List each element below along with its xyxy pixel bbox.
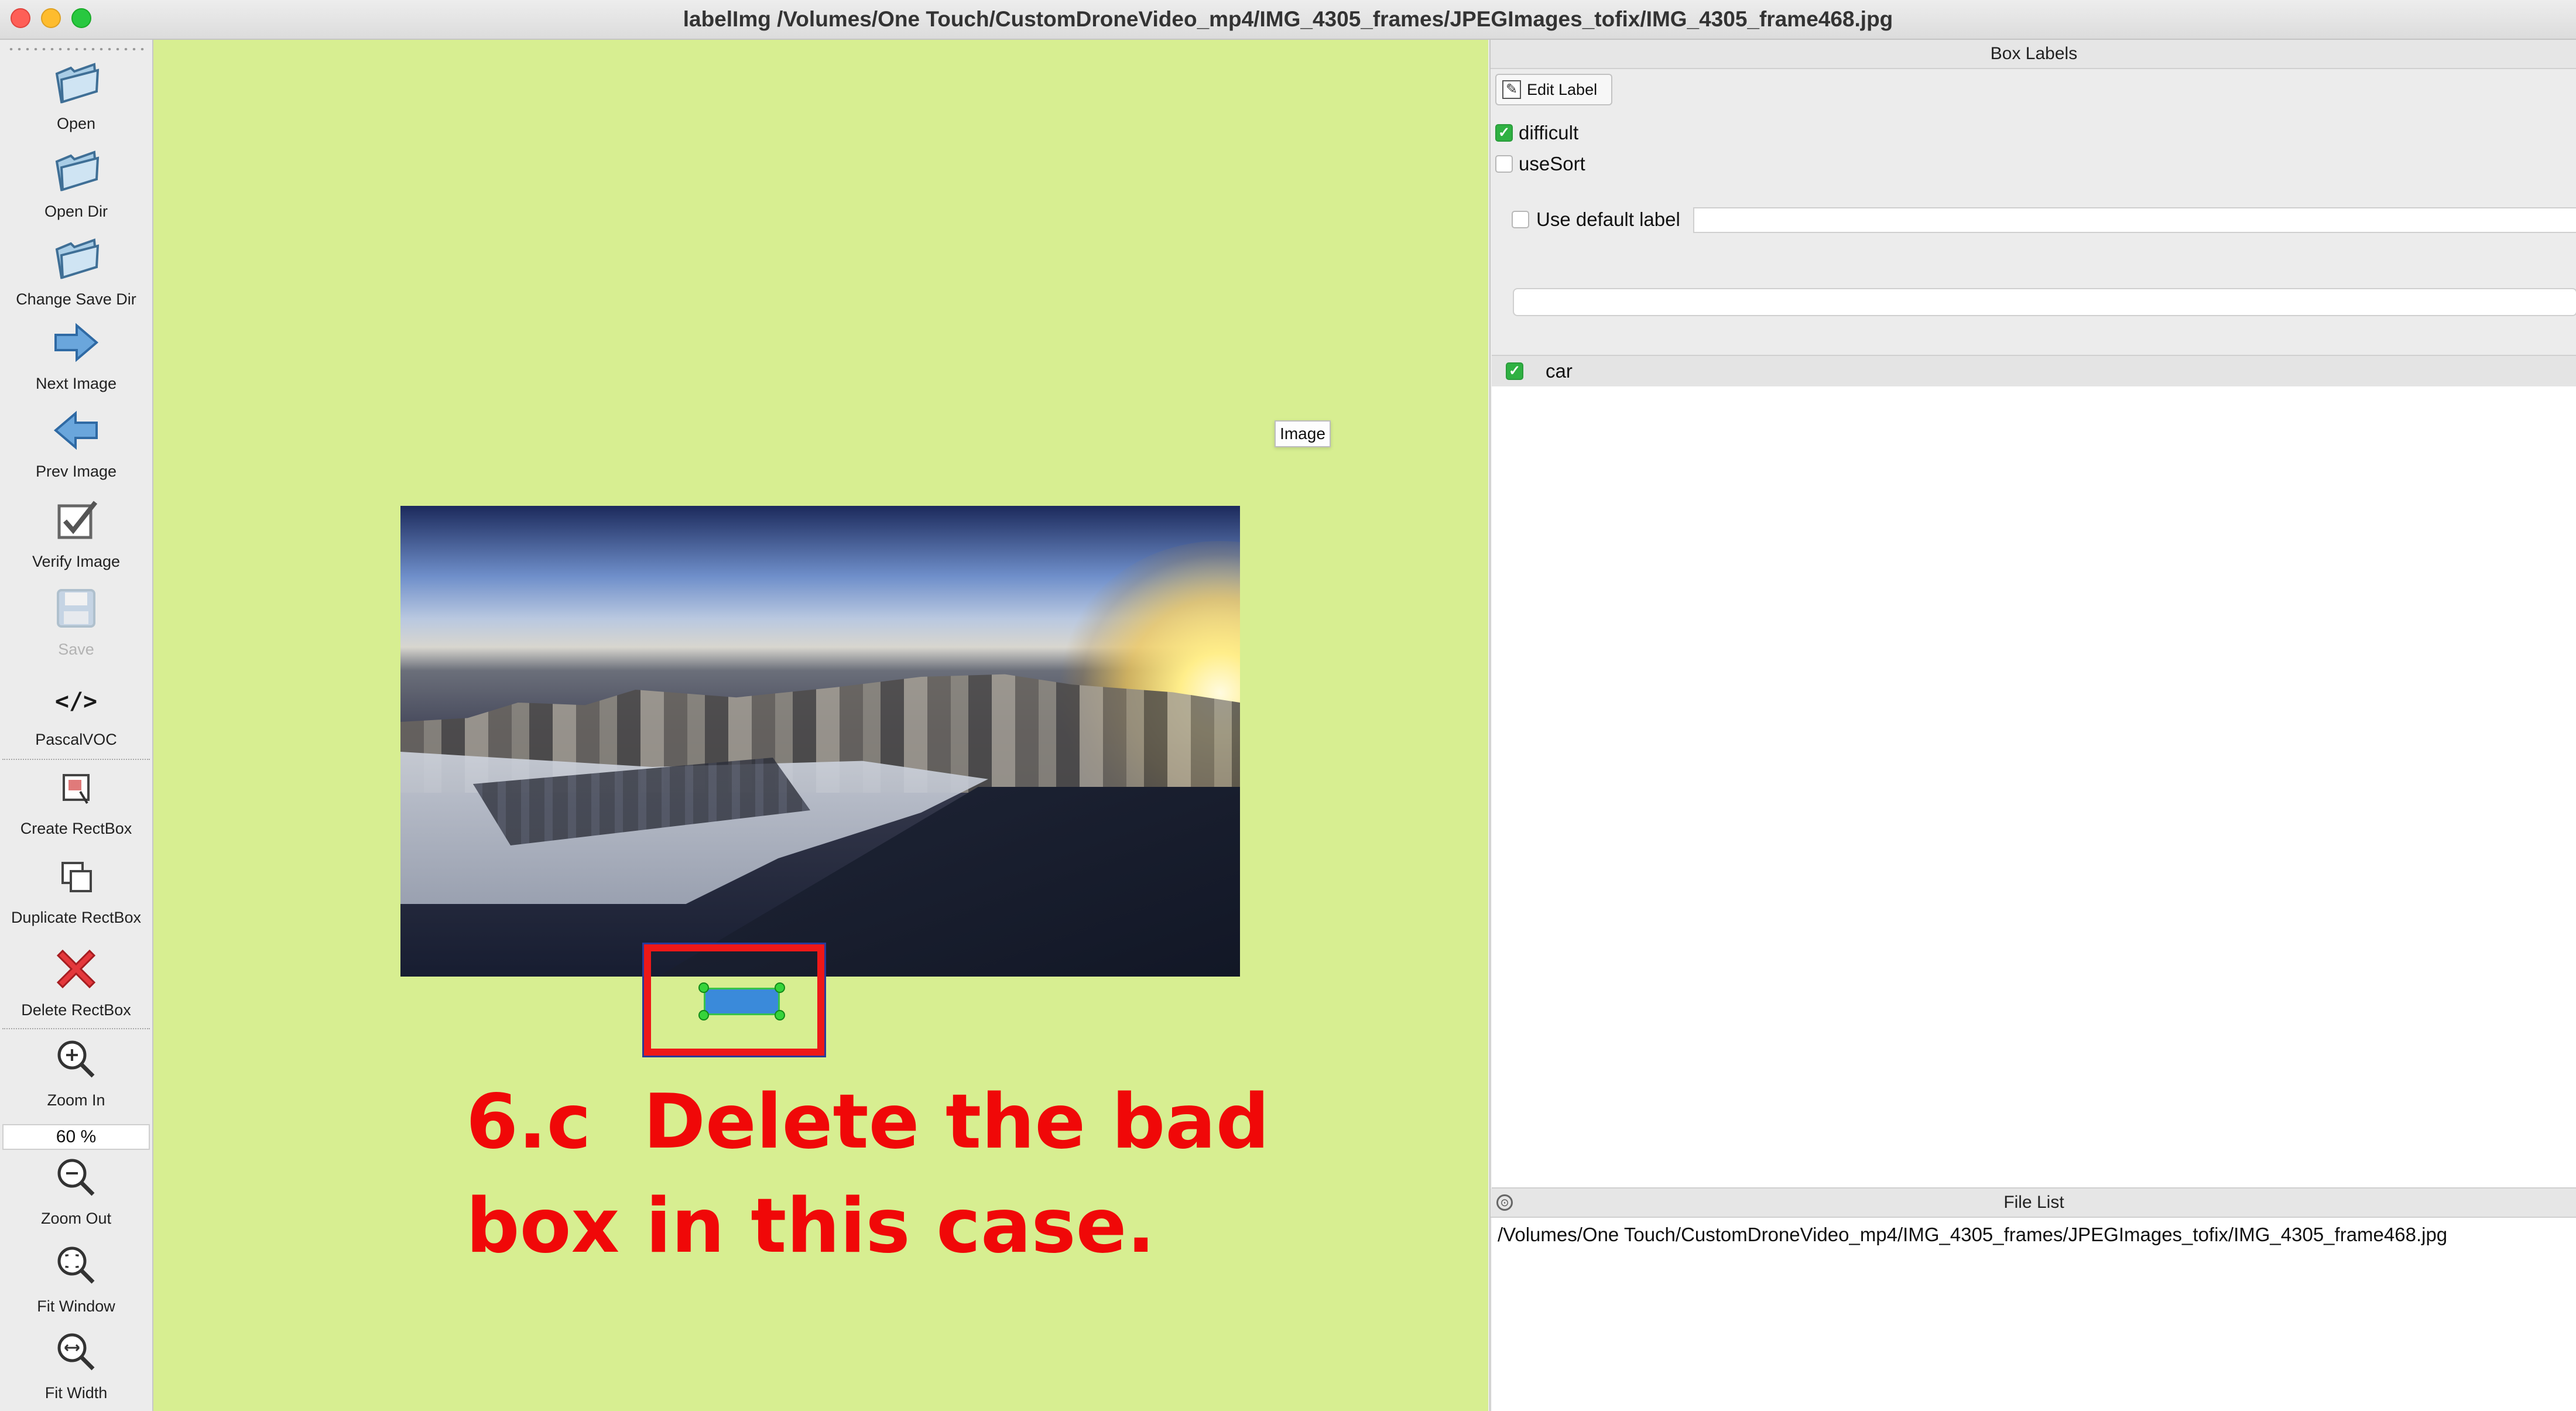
checkbox-icon — [44, 494, 108, 553]
drone-photo[interactable] — [400, 506, 1240, 977]
fit-window-label: Fit Window — [37, 1297, 115, 1315]
open-button[interactable]: Open — [0, 56, 152, 133]
create-rectbox-label: Create RectBox — [20, 820, 132, 837]
box-handle-top-right[interactable] — [775, 982, 785, 993]
duplicate-rectbox-label: Duplicate RectBox — [11, 909, 142, 926]
edit-label-button[interactable]: ✎ Edit Label — [1495, 74, 1612, 105]
zoom-in-button[interactable]: Zoom In — [0, 1033, 152, 1109]
next-image-label: Next Image — [35, 375, 117, 392]
box-handle-bottom-left[interactable] — [698, 1010, 709, 1020]
zoom-out-button[interactable]: Zoom Out — [0, 1151, 152, 1228]
change-save-dir-label: Change Save Dir — [16, 290, 136, 308]
create-rectbox-button[interactable]: Create RectBox — [0, 761, 152, 838]
toolbar-grip[interactable] — [7, 48, 145, 50]
edit-pencil-icon: ✎ — [1502, 80, 1521, 99]
pascalvoc-format-button[interactable]: </> PascalVOC — [0, 672, 152, 749]
toolbar-separator — [2, 1028, 150, 1029]
toolbar-separator — [2, 759, 150, 760]
zoom-out-icon — [44, 1151, 108, 1210]
toolbar: Open Open Dir Change Save Dir Next Image… — [0, 40, 153, 1411]
prev-image-label: Prev Image — [35, 463, 117, 480]
prev-image-button[interactable]: Prev Image — [0, 404, 152, 481]
annotation-line-1: 6.c Delete the bad — [466, 1078, 1270, 1166]
folder-icon — [44, 144, 108, 203]
rectbox-icon — [44, 761, 108, 820]
tutorial-annotation: 6.c Delete the bad box in this case. — [466, 1070, 1403, 1279]
label-filter-input[interactable] — [1513, 288, 2576, 316]
floppy-icon — [44, 582, 108, 641]
fit-width-label: Fit Width — [44, 1384, 108, 1402]
file-list-item[interactable]: /Volumes/One Touch/CustomDroneVideo_mp4/… — [1498, 1224, 2447, 1246]
red-x-icon — [44, 943, 108, 1001]
title-bar: labelImg /Volumes/One Touch/CustomDroneV… — [0, 0, 2576, 40]
change-save-dir-button[interactable]: Change Save Dir — [0, 232, 152, 309]
file-list-dock-title: File List — [1491, 1189, 2576, 1218]
use-default-label-text: Use default label — [1536, 208, 1680, 230]
use-default-label-checkbox[interactable] — [1512, 211, 1529, 228]
box-handle-bottom-right[interactable] — [775, 1010, 785, 1020]
annotation-line-2: box in this case. — [466, 1183, 1156, 1270]
open-dir-label: Open Dir — [44, 203, 108, 220]
next-image-button[interactable]: Next Image — [0, 316, 152, 393]
usesort-checkbox[interactable] — [1495, 155, 1513, 173]
edit-label-text: Edit Label — [1527, 81, 1598, 98]
folder-icon — [44, 232, 108, 290]
folder-icon — [44, 56, 108, 115]
zoom-value-field[interactable]: 60 % — [2, 1124, 150, 1150]
difficult-label: difficult — [1519, 122, 1579, 143]
duplicate-rectbox-button[interactable]: Duplicate RectBox — [0, 850, 152, 927]
fit-window-button[interactable]: Fit Window — [0, 1239, 152, 1316]
delete-rectbox-label: Delete RectBox — [21, 1001, 131, 1019]
duplicate-icon — [44, 850, 108, 909]
box-handle-top-left[interactable] — [698, 982, 709, 993]
zoom-in-label: Zoom In — [47, 1091, 105, 1109]
save-button[interactable]: Save — [0, 582, 152, 659]
fit-window-icon — [44, 1239, 108, 1297]
file-list[interactable]: /Volumes/One Touch/CustomDroneVideo_mp4/… — [1492, 1218, 2576, 1411]
usesort-label: useSort — [1519, 153, 1585, 174]
box-labels-dock-title: Box Labels — [1491, 40, 2576, 69]
delete-rectbox-button[interactable]: Delete RectBox — [0, 943, 152, 1019]
undock-icon[interactable]: ⊙ — [1496, 1194, 1513, 1211]
fit-width-icon — [44, 1326, 108, 1384]
bounding-box-car[interactable] — [704, 988, 780, 1015]
right-panel: Box Labels ✎ Edit Label ✓ difficult useS… — [1489, 40, 2576, 1411]
open-dir-button[interactable]: Open Dir — [0, 144, 152, 221]
open-label: Open — [56, 115, 96, 132]
save-label: Save — [58, 641, 94, 658]
zoom-in-icon — [44, 1033, 108, 1091]
code-icon: </> — [54, 688, 98, 715]
image-tooltip: Image — [1275, 420, 1331, 447]
arrow-right-icon — [44, 316, 108, 375]
label-list-item-car[interactable]: ✓ car — [1492, 356, 2576, 386]
fit-width-button[interactable]: Fit Width — [0, 1326, 152, 1402]
image-canvas[interactable]: Image 6.c Delete the bad box in this cas… — [153, 40, 1488, 1411]
verify-image-button[interactable]: Verify Image — [0, 494, 152, 571]
difficult-checkbox[interactable]: ✓ — [1495, 124, 1513, 142]
arrow-left-icon — [44, 404, 108, 463]
default-label-input[interactable] — [1693, 207, 2576, 233]
window-title: labelImg /Volumes/One Touch/CustomDroneV… — [683, 7, 1893, 31]
label-car-checkbox[interactable]: ✓ — [1506, 362, 1523, 380]
label-car-name: car — [1546, 360, 1573, 382]
label-list[interactable]: ✓ car — [1492, 355, 2576, 1189]
zoom-out-label: Zoom Out — [40, 1210, 112, 1227]
pascalvoc-label: PascalVOC — [35, 731, 117, 748]
verify-image-label: Verify Image — [32, 553, 121, 570]
